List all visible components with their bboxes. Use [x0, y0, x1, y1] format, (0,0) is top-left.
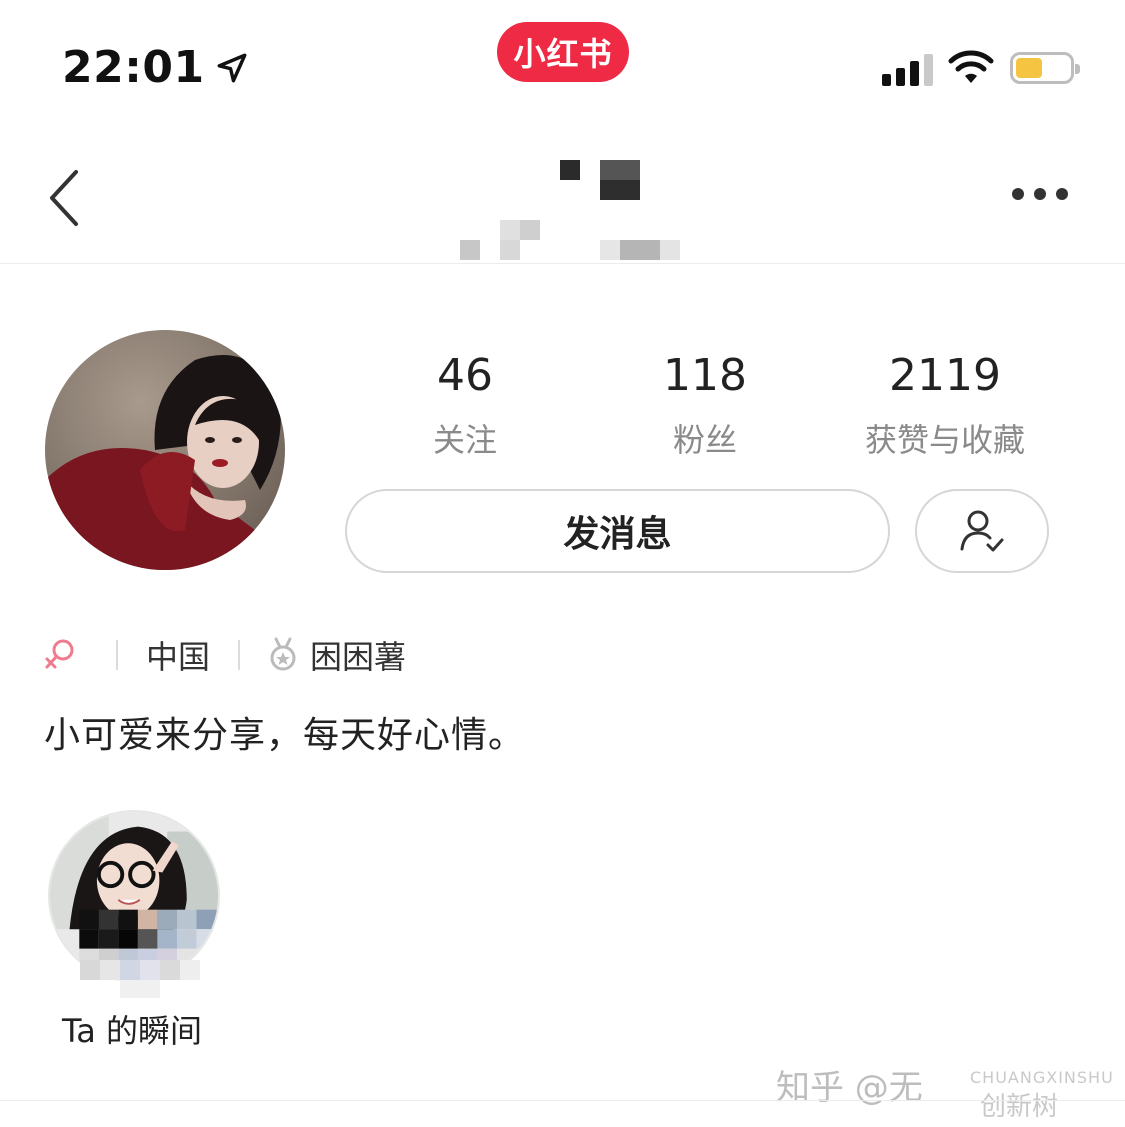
stat-followers[interactable]: 118 粉丝: [595, 350, 815, 461]
level-tag: 困困薯: [310, 638, 407, 676]
more-button[interactable]: [1012, 188, 1068, 200]
battery-icon: [1010, 52, 1080, 84]
following-label: 关注: [432, 421, 497, 459]
following-count: 46: [437, 350, 493, 401]
wifi-icon: [948, 50, 994, 83]
app-badge[interactable]: 小红书: [497, 22, 629, 82]
time-text: 22:01: [62, 42, 205, 93]
profile-tags: 中国 困困薯: [44, 632, 406, 678]
bio-text: 小可爱来分享，每天好心情。: [44, 715, 526, 756]
stat-likes-collects[interactable]: 2119 获赞与收藏: [835, 350, 1055, 461]
location-arrow-icon: [217, 53, 247, 82]
location-tag: 中国: [146, 638, 211, 676]
chevron-left-icon[interactable]: [44, 168, 84, 228]
brand-watermark-cn: 创新树: [980, 1092, 1059, 1122]
followers-label: 粉丝: [672, 421, 737, 459]
ellipsis-icon: [1012, 188, 1024, 200]
likes-count: 2119: [889, 350, 1001, 401]
status-time: 22:01: [62, 42, 249, 93]
female-icon: [44, 637, 76, 673]
medal-icon: [268, 637, 298, 673]
send-message-button[interactable]: 发消息: [345, 489, 890, 573]
moment-thumbnail[interactable]: [48, 810, 220, 982]
cellular-signal-icon: [882, 52, 933, 86]
follow-status-button[interactable]: [915, 489, 1049, 573]
nav-divider: [0, 263, 1125, 264]
zhihu-watermark: 知乎 @无: [776, 1068, 923, 1108]
followers-count: 118: [663, 350, 747, 401]
moment-label: Ta 的瞬间: [62, 1012, 203, 1050]
likes-label: 获赞与收藏: [864, 421, 1025, 459]
avatar[interactable]: [45, 330, 285, 570]
user-check-icon: [960, 510, 1004, 552]
stat-following[interactable]: 46 关注: [355, 350, 575, 461]
bottom-divider: [0, 1100, 1125, 1101]
brand-watermark-latin: CHUANGXINSHU: [970, 1068, 1114, 1087]
